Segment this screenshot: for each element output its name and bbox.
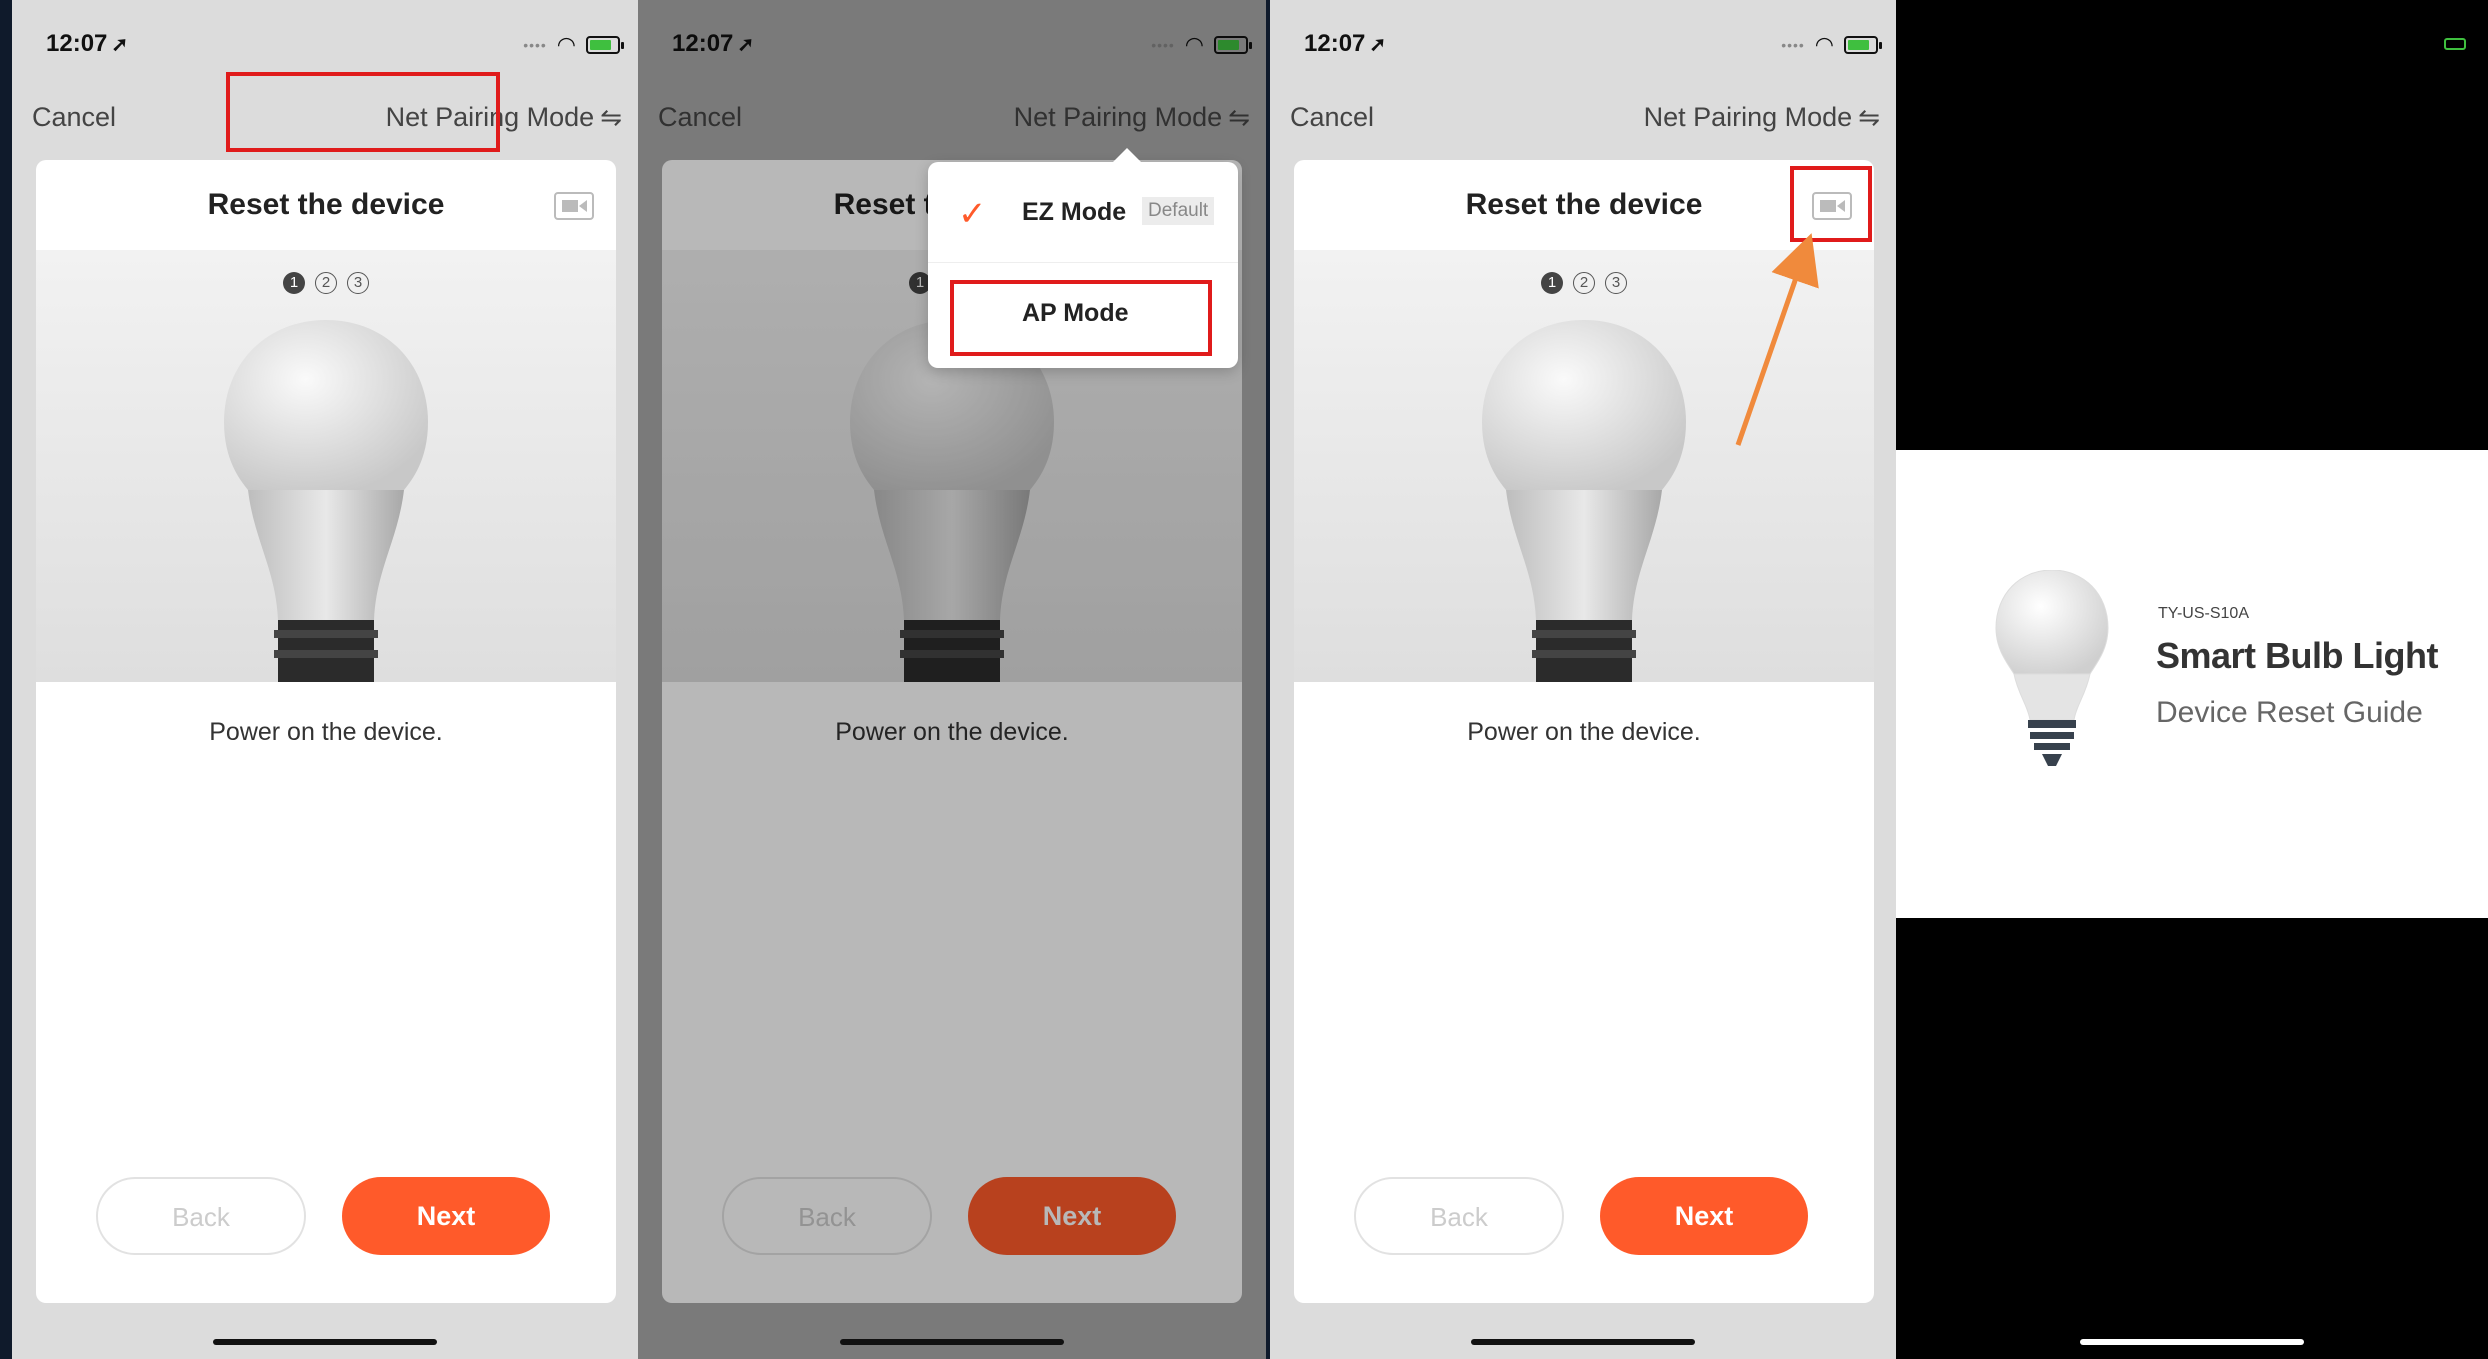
highlight-box	[950, 280, 1212, 356]
next-button[interactable]: Next	[1600, 1177, 1808, 1255]
screen-1: 12:07 ➚ •••• ◠ Cancel Net Pairing Mode ⇋ R…	[12, 0, 638, 1359]
step-1: 1	[283, 272, 305, 294]
menu-item-ez-mode[interactable]: ✓ EZ Mode Default	[928, 162, 1238, 263]
reset-card: Reset the device 123 Power on the device…	[1294, 160, 1874, 1303]
cancel-button[interactable]: Cancel	[32, 102, 116, 133]
next-button[interactable]: Next	[968, 1177, 1176, 1255]
highlight-box	[226, 72, 500, 152]
home-indicator	[213, 1339, 437, 1345]
battery-icon	[586, 36, 624, 54]
light-bulb-icon	[224, 320, 428, 682]
battery-icon	[2444, 38, 2466, 50]
signal-icon: ••••	[523, 37, 547, 53]
location-icon: ➚	[737, 34, 755, 56]
pairing-mode-menu: ✓ EZ Mode Default AP Mode	[928, 148, 1238, 368]
step-indicator: 123	[36, 272, 616, 294]
light-bulb-icon	[850, 320, 1054, 682]
navbar: Cancel Net Pairing Mode ⇋	[658, 98, 1250, 138]
location-icon: ➚	[111, 34, 129, 56]
location-icon: ➚	[1369, 34, 1387, 56]
back-button[interactable]: Back	[96, 1177, 306, 1255]
step-caption: Power on the device.	[1467, 718, 1701, 746]
screen-3: 12:07 ➚ •••• ◠ Cancel Net Pairing Mode ⇋ R…	[1270, 0, 1896, 1359]
step-2: 2	[315, 272, 337, 294]
menu-item-label: EZ Mode	[1022, 198, 1127, 226]
status-bar: 12:07 ➚ •••• ◠	[672, 30, 1252, 60]
signal-icon: ••••	[1151, 37, 1175, 53]
step-2: 2	[1573, 272, 1595, 294]
checkmark-icon: ✓	[958, 195, 987, 233]
video-subtitle: Device Reset Guide	[2156, 696, 2423, 729]
swap-icon: ⇋	[600, 102, 622, 132]
back-button[interactable]: Back	[1354, 1177, 1564, 1255]
next-button[interactable]: Next	[342, 1177, 550, 1255]
wifi-icon: ◠	[1814, 32, 1834, 57]
swap-icon: ⇋	[1858, 102, 1880, 132]
light-bulb-icon	[1995, 570, 2109, 766]
light-bulb-icon	[1482, 320, 1686, 682]
video-camera-icon[interactable]	[554, 192, 594, 220]
screen-2: 12:07 ➚ •••• ◠ Cancel Net Pairing Mode ⇋ R…	[638, 0, 1266, 1359]
video-model-number: TY-US-S10A	[2158, 605, 2249, 622]
net-pairing-mode-button[interactable]: Net Pairing Mode ⇋	[1644, 102, 1880, 133]
cancel-button[interactable]: Cancel	[1290, 102, 1374, 133]
step-1: 1	[1541, 272, 1563, 294]
cancel-button[interactable]: Cancel	[658, 102, 742, 133]
swap-icon: ⇋	[1228, 102, 1250, 132]
wifi-icon: ◠	[556, 32, 576, 57]
step-3: 3	[347, 272, 369, 294]
video-frame[interactable]: TY-US-S10A Smart Bulb Light Device Reset…	[1896, 450, 2488, 918]
card-title: Reset the device	[1465, 188, 1703, 221]
highlight-box	[1790, 166, 1872, 242]
status-time: 12:07 ➚	[1304, 30, 1387, 57]
status-time: 12:07 ➚	[672, 30, 755, 57]
default-badge: Default	[1142, 197, 1215, 225]
home-indicator	[840, 1339, 1064, 1345]
step-3: 3	[1605, 272, 1627, 294]
status-bar: 12:07 ➚ •••• ◠	[1304, 30, 1882, 60]
step-caption: Power on the device.	[835, 718, 1069, 746]
battery-icon	[1214, 36, 1252, 54]
signal-icon: ••••	[1781, 37, 1805, 53]
net-pairing-mode-button[interactable]: Net Pairing Mode ⇋	[1014, 102, 1250, 133]
home-indicator	[2080, 1339, 2304, 1345]
navbar: Cancel Net Pairing Mode ⇋	[1290, 98, 1880, 138]
back-button[interactable]: Back	[722, 1177, 932, 1255]
home-indicator	[1471, 1339, 1695, 1345]
device-photo: 123	[36, 250, 616, 682]
step-indicator: 123	[1294, 272, 1874, 294]
step-caption: Power on the device.	[209, 718, 443, 746]
video-title: Smart Bulb Light	[2156, 635, 2439, 676]
battery-icon	[1844, 36, 1882, 54]
reset-card: Reset the device 123 Power on the device…	[36, 160, 616, 1303]
video-player: TY-US-S10A Smart Bulb Light Device Reset…	[1896, 0, 2488, 1359]
status-time: 12:07 ➚	[46, 30, 129, 57]
device-photo: 123	[1294, 250, 1874, 682]
status-bar: 12:07 ➚ •••• ◠	[46, 30, 624, 60]
card-title: Reset the device	[207, 188, 445, 221]
wifi-icon: ◠	[1184, 32, 1204, 57]
